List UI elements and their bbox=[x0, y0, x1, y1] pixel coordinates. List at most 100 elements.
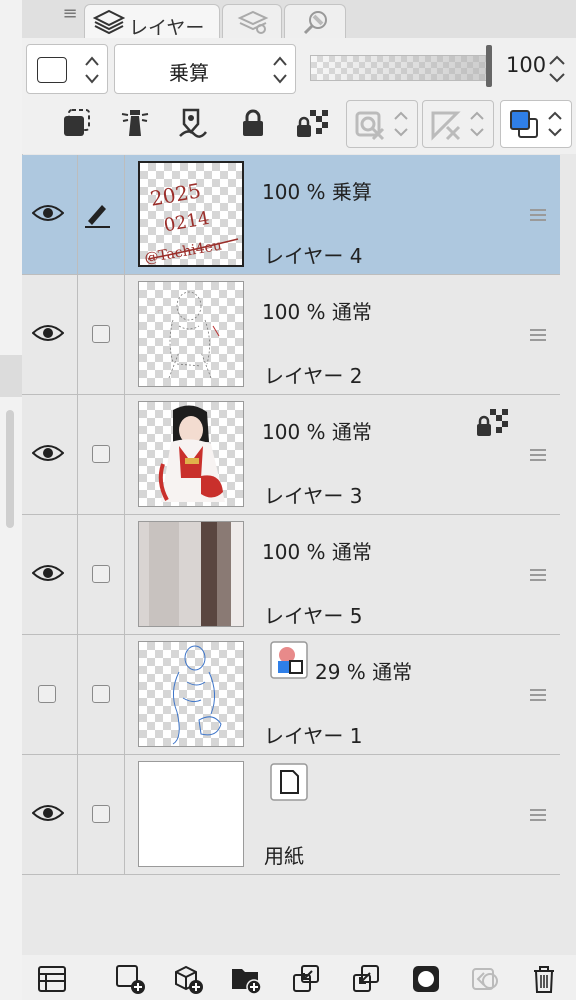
blend-mode-select[interactable]: 乗算 bbox=[114, 44, 296, 94]
create-layer-mask-icon[interactable] bbox=[410, 963, 442, 995]
blue-sketch-thumbnail-art bbox=[172, 645, 222, 745]
layer-list: 2025 0214 @Tachi4eu 100 % 乗算 レイヤー 4 100 … bbox=[22, 155, 562, 880]
layer-color-spin-icon bbox=[548, 111, 562, 137]
thumb-text-year: 2025 bbox=[148, 178, 202, 210]
layer-toolbar-bottom bbox=[22, 98, 576, 154]
layer-thumbnail: 2025 0214 @Tachi4eu bbox=[138, 161, 244, 267]
draft-layer-icon[interactable] bbox=[176, 106, 210, 140]
layer-color-swatch bbox=[37, 57, 67, 83]
layer-row[interactable]: 100 % 通常 レイヤー 3 bbox=[22, 395, 560, 515]
tab-search[interactable] bbox=[284, 4, 346, 38]
layer-row[interactable]: 100 % 通常 レイヤー 2 bbox=[22, 275, 560, 395]
paper-layer-icon bbox=[270, 763, 308, 801]
ruler-icon bbox=[431, 111, 461, 141]
lock-layer-icon[interactable] bbox=[236, 106, 270, 140]
ruler-enable-select[interactable] bbox=[422, 100, 494, 148]
layer-color-icon bbox=[510, 110, 538, 138]
drag-handle-icon[interactable] bbox=[530, 209, 546, 223]
opacity-value[interactable]: 100 bbox=[506, 53, 546, 77]
layer-name: レイヤー 2 bbox=[264, 364, 363, 388]
layer-property-icon bbox=[237, 10, 269, 34]
color-spin-icon bbox=[85, 56, 99, 84]
left-panel-scrollbar[interactable] bbox=[6, 410, 14, 528]
background-thumbnail-art bbox=[139, 522, 243, 626]
panel-menu-icon[interactable]: ≡ bbox=[60, 4, 80, 24]
layer-thumbnail bbox=[138, 521, 244, 627]
layer-name: レイヤー 5 bbox=[264, 604, 363, 628]
opacity-slider-handle[interactable] bbox=[486, 45, 492, 87]
new-folder-icon[interactable] bbox=[230, 963, 262, 995]
drag-handle-icon[interactable] bbox=[530, 809, 546, 823]
thumb-text-date: 0214 bbox=[162, 208, 211, 237]
pen-edit-icon[interactable] bbox=[82, 199, 112, 229]
layer-opacity-mode: 100 % 通常 bbox=[262, 540, 372, 564]
layer-row[interactable]: 100 % 通常 レイヤー 5 bbox=[22, 515, 560, 635]
layer-bottom-toolbar bbox=[22, 955, 576, 1000]
eye-icon[interactable] bbox=[32, 561, 64, 585]
layer-list-empty-area bbox=[22, 880, 576, 955]
sketch-thumbnail-art bbox=[168, 291, 220, 379]
clip-to-layer-below-icon[interactable] bbox=[60, 106, 94, 140]
tab-layer-property[interactable] bbox=[222, 4, 282, 38]
mask-enable-select[interactable] bbox=[346, 100, 418, 148]
layer-name: レイヤー 1 bbox=[264, 724, 363, 748]
layers-icon bbox=[93, 9, 125, 35]
transfer-to-lower-layer-icon[interactable] bbox=[290, 963, 322, 995]
color-layer-icon bbox=[270, 641, 308, 679]
layer-opacity-mode: 100 % 通常 bbox=[262, 420, 372, 444]
reference-layer-icon[interactable] bbox=[118, 106, 152, 140]
edit-target-checkbox[interactable] bbox=[92, 685, 110, 703]
blend-spin-icon bbox=[273, 56, 287, 84]
tab-layers[interactable]: レイヤー bbox=[84, 4, 220, 39]
eye-icon[interactable] bbox=[32, 801, 64, 825]
layer-name: レイヤー 4 bbox=[264, 244, 363, 268]
layer-thumbnail bbox=[138, 641, 244, 747]
panel-tab-bar: ≡ レイヤー bbox=[22, 0, 576, 39]
mask-spin-icon bbox=[394, 111, 408, 137]
eye-icon[interactable] bbox=[32, 441, 64, 465]
edit-target-checkbox[interactable] bbox=[92, 565, 110, 583]
layer-toolbar-top: 乗算 bbox=[22, 38, 576, 98]
layer-thumbnail bbox=[138, 401, 244, 507]
layer-opacity-mode: 29 % 通常 bbox=[315, 660, 413, 684]
lock-transparency-indicator-icon bbox=[477, 409, 508, 436]
layer-row[interactable]: 用紙 bbox=[22, 755, 560, 875]
signature-thumbnail-art: 2025 0214 @Tachi4eu bbox=[143, 178, 239, 265]
layer-name: レイヤー 3 bbox=[264, 484, 363, 508]
tab-layers-label: レイヤー bbox=[129, 17, 205, 39]
combine-to-layer-below-icon[interactable] bbox=[350, 963, 382, 995]
layer-list-settings-icon[interactable] bbox=[36, 963, 68, 995]
new-raster-layer-icon[interactable] bbox=[114, 963, 146, 995]
lock-transparency-icon[interactable] bbox=[294, 106, 328, 140]
apply-mask-icon[interactable] bbox=[470, 963, 502, 995]
layer-row[interactable]: 29 % 通常 レイヤー 1 bbox=[22, 635, 560, 755]
layer-thumbnail bbox=[138, 761, 244, 867]
layer-thumbnail bbox=[138, 281, 244, 387]
layer-opacity-mode: 100 % 通常 bbox=[262, 300, 372, 324]
drag-handle-icon[interactable] bbox=[530, 689, 546, 703]
layer-row[interactable]: 2025 0214 @Tachi4eu 100 % 乗算 レイヤー 4 bbox=[22, 155, 560, 275]
visibility-checkbox[interactable] bbox=[38, 685, 56, 703]
layer-name: 用紙 bbox=[264, 844, 304, 868]
delete-layer-icon[interactable] bbox=[528, 963, 560, 995]
edit-target-checkbox[interactable] bbox=[92, 325, 110, 343]
mask-icon bbox=[355, 111, 385, 141]
ruler-spin-icon bbox=[470, 111, 484, 137]
drag-handle-icon[interactable] bbox=[530, 329, 546, 343]
new-vector-layer-icon[interactable] bbox=[172, 963, 204, 995]
blend-mode-label: 乗算 bbox=[169, 61, 209, 85]
edit-target-checkbox[interactable] bbox=[92, 445, 110, 463]
search-layer-icon bbox=[303, 11, 327, 35]
drag-handle-icon[interactable] bbox=[530, 449, 546, 463]
layer-opacity-mode: 100 % 乗算 bbox=[262, 180, 372, 204]
eye-icon[interactable] bbox=[32, 201, 64, 225]
layer-color-selector[interactable] bbox=[26, 44, 108, 94]
drag-handle-icon[interactable] bbox=[530, 569, 546, 583]
left-panel-selected-band bbox=[0, 355, 22, 397]
opacity-slider[interactable] bbox=[310, 55, 490, 81]
left-panel-edge bbox=[0, 0, 23, 1000]
layer-color-setting[interactable] bbox=[500, 100, 572, 148]
opacity-spin-icon[interactable] bbox=[546, 50, 568, 88]
edit-target-checkbox[interactable] bbox=[92, 805, 110, 823]
eye-icon[interactable] bbox=[32, 321, 64, 345]
